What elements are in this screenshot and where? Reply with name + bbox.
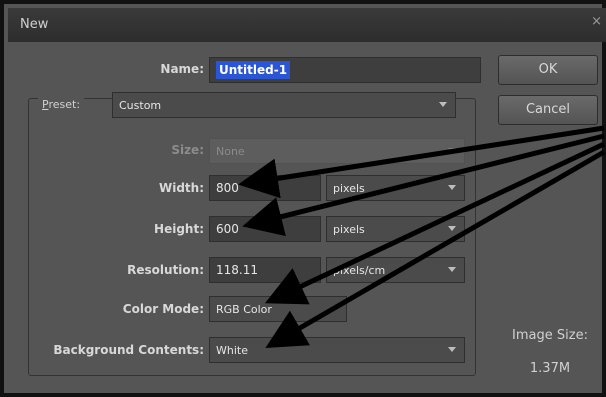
name-input[interactable]: Untitled-1 (209, 57, 481, 83)
name-input-value: Untitled-1 (216, 61, 291, 79)
width-input[interactable]: 800 (209, 175, 321, 201)
color-mode-value: RGB Color (216, 303, 272, 316)
chevron-down-icon (448, 185, 456, 190)
background-contents-select[interactable]: White (209, 337, 465, 363)
resolution-input-value: 118.11 (216, 263, 258, 277)
width-unit-select[interactable]: pixels (326, 175, 465, 201)
resolution-label: Resolution: (127, 263, 204, 277)
background-contents-value: White (216, 344, 248, 357)
image-size-readout: Image Size: 1.37M (510, 328, 590, 376)
width-label: Width: (158, 181, 204, 195)
ok-button[interactable]: OK (498, 55, 598, 85)
size-label: Size: (171, 143, 204, 157)
height-input[interactable]: 600 (209, 216, 321, 242)
image-size-label: Image Size: (512, 328, 588, 343)
title-bar[interactable]: New × (8, 8, 606, 42)
preset-label: Preset: (38, 98, 85, 111)
name-label: Name: (160, 62, 204, 76)
preset-label-rest: reset: (48, 98, 81, 111)
resolution-unit-value: pixels/cm (333, 264, 386, 277)
height-label: Height: (154, 222, 204, 236)
preset-select-value: Custom (119, 99, 162, 112)
dialog-title: New (20, 17, 49, 32)
chevron-down-icon (448, 267, 456, 272)
preset-select[interactable]: Custom (112, 92, 456, 118)
image-size-value: 1.37M (529, 361, 571, 376)
height-unit-select[interactable]: pixels (326, 216, 465, 242)
color-mode-label: Color Mode: (122, 302, 204, 316)
close-icon[interactable]: × (591, 14, 602, 29)
size-select-value: None (216, 145, 245, 158)
width-input-value: 800 (216, 181, 239, 195)
chevron-down-icon (439, 102, 447, 107)
chevron-down-icon (448, 347, 456, 352)
height-input-value: 600 (216, 222, 239, 236)
width-unit-value: pixels (333, 182, 365, 195)
height-unit-value: pixels (333, 223, 365, 236)
cancel-button[interactable]: Cancel (498, 95, 598, 125)
background-contents-label: Background Contents: (53, 343, 204, 357)
resolution-unit-select[interactable]: pixels/cm (326, 257, 465, 283)
chevron-down-icon (448, 226, 456, 231)
color-mode-select[interactable]: RGB Color (209, 296, 347, 322)
chevron-down-icon (448, 148, 456, 153)
resolution-input[interactable]: 118.11 (209, 257, 321, 283)
size-select[interactable]: None (209, 138, 465, 164)
